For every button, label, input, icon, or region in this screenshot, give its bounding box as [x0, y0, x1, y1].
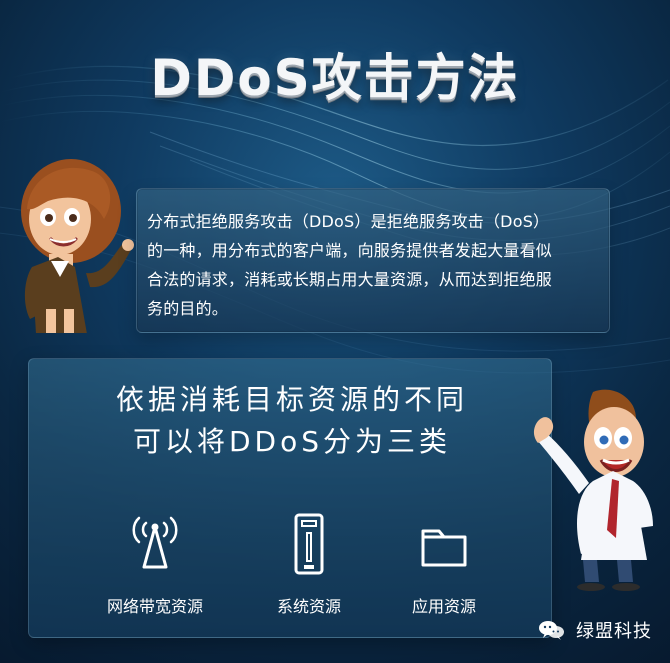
category-label-system: 系统资源	[276, 597, 341, 616]
infographic-page: DDoS攻击方法 分布式拒绝服务攻击（DDoS）是拒绝服务攻击（DoS） 的一种…	[0, 0, 670, 663]
folder-icon	[421, 529, 467, 567]
brand-label: 绿盟科技	[538, 617, 652, 643]
antenna-icon	[132, 516, 178, 569]
man-illustration	[533, 389, 653, 591]
category-bandwidth: 网络带宽资源	[87, 509, 223, 617]
categories-panel: 依据消耗目标资源的不同 可以将DDoS分为三类 网络带宽资源 系统资源 应用资源	[28, 358, 552, 638]
category-application: 应用资源	[384, 509, 504, 617]
woman-illustration	[21, 159, 134, 333]
intro-text: 分布式拒绝服务攻击（DDoS）是拒绝服务攻击（DoS） 的一种，用分布式的客户端…	[147, 212, 553, 318]
page-title: DDoS攻击方法	[150, 49, 520, 107]
category-label-application: 应用资源	[411, 597, 476, 616]
intro-panel: 分布式拒绝服务攻击（DDoS）是拒绝服务攻击（DoS） 的一种，用分布式的客户端…	[136, 188, 610, 333]
category-label-bandwidth: 网络带宽资源	[106, 597, 203, 616]
server-icon	[294, 513, 324, 575]
section-heading: 依据消耗目标资源的不同 可以将DDoS分为三类	[115, 383, 468, 458]
wechat-icon	[539, 621, 564, 640]
brand-text: 绿盟科技	[576, 621, 652, 642]
category-system: 系统资源	[249, 509, 369, 617]
